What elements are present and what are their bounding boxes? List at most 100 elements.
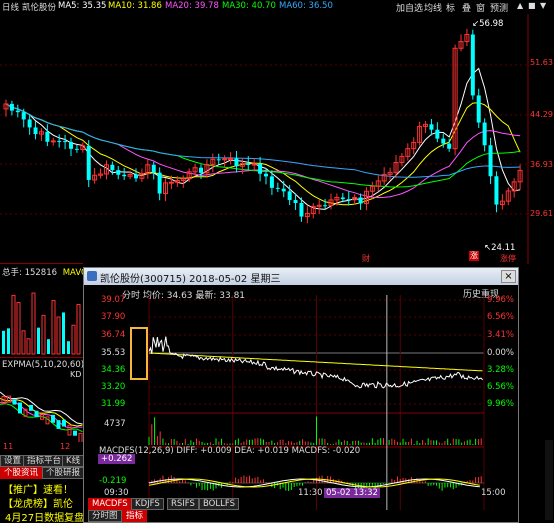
volume-bar [47, 339, 50, 354]
intraday-chart[interactable] [84, 285, 518, 522]
cursor-time: 05-02 13:32 [324, 488, 380, 498]
ma-button[interactable]: 均线 [424, 1, 442, 14]
stock-news-tab[interactable]: 个股资讯 [0, 467, 43, 479]
scale-button[interactable]: 标 [446, 1, 455, 14]
indicator-platform-tab[interactable]: 指标平台 [23, 455, 66, 467]
candle-body [299, 203, 304, 217]
time-label-open: 09:30 [104, 488, 129, 498]
candle-body [293, 200, 298, 204]
volume-label: 总手: 152816 MAVO [2, 266, 88, 278]
candle-body [63, 141, 68, 143]
rsifs-tab[interactable]: RSIFS [167, 498, 199, 510]
candle-body [86, 145, 91, 180]
expma-candle [45, 416, 50, 425]
add-self-button[interactable]: 加自选 [396, 1, 423, 14]
scroll-icon[interactable]: ■ [528, 1, 536, 10]
macd-high-value: +0.262 [98, 454, 136, 464]
volume-bar [11, 294, 16, 355]
bollfs-tab[interactable]: BOLLFS [199, 498, 239, 510]
price-axis-label: 44.29 [530, 110, 553, 119]
volume-bar [21, 330, 26, 355]
expma-candle [18, 402, 22, 414]
volume-bar [31, 292, 36, 355]
candle-body [269, 176, 274, 188]
candle-body [15, 110, 20, 113]
forecast-button[interactable]: 预测 [490, 1, 508, 14]
candle-body [246, 163, 251, 166]
expma-candle [12, 399, 17, 405]
limit-up-marker[interactable]: 涨 [469, 251, 479, 261]
pct-axis-label: 3.28% [487, 365, 515, 375]
price-axis-label: 36.74 [101, 330, 126, 340]
expma-candle [7, 395, 11, 403]
pct-axis-label: 3.41% [487, 330, 515, 340]
candle-body [168, 181, 174, 184]
right-scrollbar[interactable] [545, 440, 553, 520]
intraday-tab[interactable]: 分时图 [88, 510, 122, 522]
expma-candle [73, 430, 77, 436]
volume-value: 总手: 152816 [2, 268, 58, 278]
limit-marker-char: 涨 [500, 254, 508, 263]
candle-body [482, 122, 487, 146]
price-axis-label: 33.20 [101, 382, 126, 392]
volume-bar [7, 328, 10, 354]
time-label-mid: 11:30 [298, 488, 323, 498]
candle-body [57, 140, 62, 142]
price-axis-label: 37.90 [101, 312, 126, 322]
macdfs-tab[interactable]: MACDFS [88, 498, 132, 510]
window-button[interactable]: 窗 [476, 1, 485, 14]
pct-axis-label: 6.56% [487, 312, 515, 322]
collapse-up-icon[interactable]: ▲ [517, 1, 523, 10]
kdjfs-tab[interactable]: KDJFS [131, 498, 164, 510]
volume-bar [16, 302, 21, 355]
indicator-tab[interactable]: 指标 [122, 510, 148, 522]
volume-bar [71, 324, 76, 355]
candle-body [199, 167, 203, 173]
high-price-label: ↙56.98 [472, 19, 503, 29]
candle-body [45, 131, 50, 142]
limit-marker[interactable]: 涨停 [500, 253, 516, 264]
collapse-down-icon[interactable]: ▼ [540, 1, 546, 10]
news-item[interactable]: 4月27日数据复盘 [5, 509, 84, 523]
macd-label: MACDFS(12,26,9) DIFF: +0.009 DEA: +0.019… [99, 446, 361, 456]
chart-toolbar: 加自选 均线 标 叠 窗 预测 ▲ ■ ▼ [0, 0, 554, 14]
candle-body [151, 164, 156, 173]
panel-divider [0, 263, 83, 264]
overlay-button[interactable]: 叠 [462, 1, 471, 14]
popup-titlebar[interactable]: 凯伦股份(300715) 2018-05-02 星期三 × [84, 268, 518, 285]
kline-tab[interactable]: K线 [62, 455, 85, 467]
candle-body [33, 127, 38, 135]
price-axis-label: 31.99 [101, 399, 126, 409]
candle-body [441, 138, 446, 144]
candle-body [275, 187, 280, 189]
low-price-value: 24.11 [491, 243, 516, 253]
expma-candle [62, 419, 66, 427]
candle-body [258, 163, 263, 174]
pct-axis-label: 9.96% [487, 295, 515, 305]
volume-bars [2, 292, 81, 355]
candle-body [116, 170, 121, 175]
left-tab-bar: 设置 指标平台 K线 [0, 455, 85, 467]
candle-body [157, 172, 162, 194]
earnings-marker[interactable]: 财 [362, 253, 370, 264]
settings-tab[interactable]: 设置 [0, 455, 26, 467]
candle-body [74, 148, 79, 150]
candle-body [476, 95, 481, 123]
expma-value: EXPMA(5,10,20,60) [2, 360, 85, 370]
date-label: 11 [3, 442, 14, 451]
news-item[interactable]: 【龙虎榜】凯伦 [3, 495, 73, 510]
candle-body [435, 129, 440, 139]
candle-body [134, 174, 138, 179]
volume-bar [26, 338, 31, 355]
price-axis-label: 39.07 [101, 295, 126, 305]
candle-body [494, 176, 499, 205]
close-button[interactable]: × [501, 270, 516, 283]
stock-report-tab[interactable]: 个股研报 [42, 467, 85, 479]
candlesticks [3, 28, 523, 224]
price-axis-label: 36.93 [530, 160, 553, 169]
candle-body [234, 158, 239, 167]
daily-kline-chart[interactable] [0, 14, 554, 264]
news-item[interactable]: 【推广】速看！ [3, 481, 73, 496]
low-price-label: ↖24.11 [484, 243, 515, 253]
candle-body [429, 124, 434, 130]
